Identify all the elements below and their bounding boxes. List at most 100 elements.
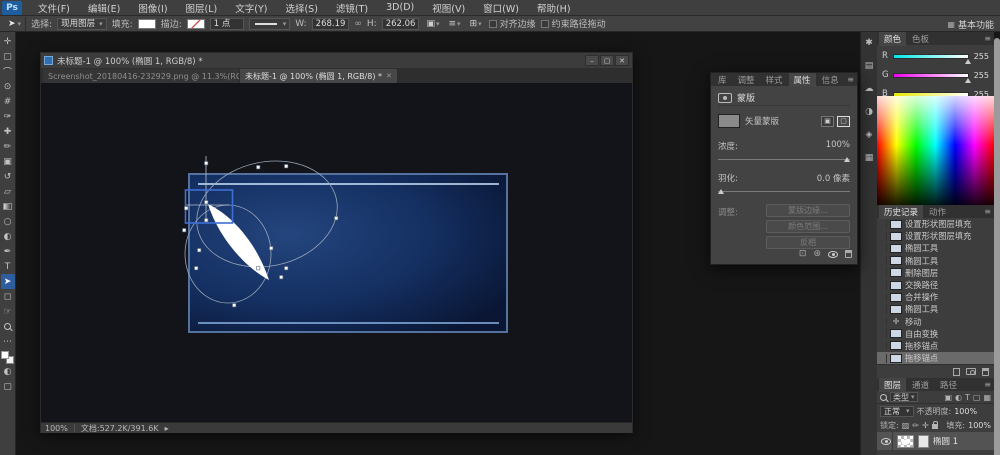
tab-channels[interactable]: 通道 [907,378,934,392]
cloud-panel-icon[interactable]: ☁ [865,84,874,94]
color-spectrum-picker[interactable] [877,96,994,205]
document-tab-screenshot[interactable]: Screenshot_20180416-232929.png @ 11.3%(R… [43,69,239,83]
history-item[interactable]: 合并操作 [877,291,994,303]
tab-paths[interactable]: 路径 [935,378,962,392]
panel-menu-icon[interactable]: ≡ [847,75,854,84]
info-panel-icon[interactable]: ◈ [866,130,873,140]
density-value[interactable]: 100% [826,140,850,152]
zoom-level-field[interactable]: 100% [45,424,68,433]
delete-state-icon[interactable] [982,368,989,376]
slider-thumb[interactable] [718,189,724,194]
lock-transparency-icon[interactable]: ▨ [902,421,910,430]
tab-styles[interactable]: 样式 [761,73,788,87]
history-source-well[interactable] [879,256,887,265]
add-vector-mask-button[interactable]: ▢ [837,116,850,127]
link-dimensions-icon[interactable]: ∞ [354,19,362,29]
tool-preset-picker[interactable]: ➤ ▾ [4,17,26,31]
marquee-tool[interactable]: ▢ [1,49,15,64]
new-document-from-state-icon[interactable] [953,368,960,376]
history-item[interactable]: 椭圆工具 [877,255,994,267]
path-arrangement-button[interactable]: ⊞ ▾ [468,19,484,29]
vector-mask-badge[interactable] [918,435,929,448]
history-brush-tool[interactable]: ↺ [1,169,15,184]
mask-edge-button[interactable]: 蒙版边缘... [766,204,850,217]
history-source-well[interactable] [879,317,887,326]
height-field[interactable]: 262.06 [382,18,420,30]
document-tab-untitled[interactable]: 未标题-1 @ 100% (椭圆 1, RGB/8) * ✕ [240,69,397,83]
history-source-well[interactable] [879,293,887,302]
delete-mask-icon[interactable] [845,250,852,258]
stroke-swatch[interactable] [187,19,205,29]
window-scrollbar[interactable] [994,38,1000,455]
apply-mask-icon[interactable]: ⊛ [813,249,821,259]
filter-type-dropdown[interactable]: 类型 ▾ [890,392,918,402]
filter-image-icon[interactable]: ▣ [944,393,952,402]
tab-history[interactable]: 历史记录 [879,205,923,219]
layer-visibility-toggle[interactable] [880,432,893,450]
color-range-button[interactable]: 颜色范围... [766,220,850,233]
edit-toolbar-button[interactable]: ⋯ [1,334,15,349]
history-source-well[interactable] [879,244,887,253]
blur-tool[interactable]: ○ [1,214,15,229]
healing-brush-tool[interactable]: ✚ [1,124,15,139]
filter-shape-icon[interactable]: ▢ [973,393,981,402]
constrain-path-drag-checkbox[interactable]: 约束路径拖动 [541,17,606,30]
red-value[interactable]: 255 [973,52,989,61]
history-item[interactable]: 删除图层 [877,267,994,279]
close-icon[interactable]: ✕ [386,72,392,80]
tab-adjustments[interactable]: 调整 [733,73,760,87]
filter-smart-object-icon[interactable]: ▦ [983,393,991,402]
menu-image[interactable]: 图像(I) [130,0,175,16]
width-field[interactable]: 268.19 [312,18,350,30]
filter-adjustment-icon[interactable]: ◐ [955,393,962,402]
gradient-tool[interactable] [1,199,15,214]
eyedropper-tool[interactable]: ✑ [1,109,15,124]
path-alignment-button[interactable]: ≡ ▾ [447,19,463,29]
green-slider[interactable]: G 255 [882,70,989,80]
menu-window[interactable]: 窗口(W) [475,0,527,16]
lasso-tool[interactable]: ⌒ [1,64,15,79]
zoom-tool[interactable] [1,319,15,334]
crop-tool[interactable]: # [1,94,15,109]
history-item-selected[interactable]: 拖移锚点 [877,352,994,364]
layer-thumbnail[interactable] [897,435,914,448]
quick-mask-button[interactable]: ◐ [1,364,15,379]
history-source-well[interactable] [879,268,887,277]
clone-stamp-tool[interactable]: ▣ [1,154,15,169]
minimize-button[interactable]: – [585,55,599,66]
tab-libraries[interactable]: 库 [713,73,732,87]
history-source-well[interactable] [879,305,887,314]
slider-thumb[interactable] [844,157,850,162]
dodge-tool[interactable]: ◐ [1,229,15,244]
brush-tool[interactable]: ✏ [1,139,15,154]
history-source-well[interactable] [879,341,887,350]
add-pixel-mask-button[interactable]: ▣ [821,116,834,127]
fill-swatch[interactable] [138,19,156,29]
panel-menu-icon[interactable]: ≡ [984,34,991,43]
menu-layer[interactable]: 图层(L) [178,0,226,16]
canvas-area[interactable] [41,83,632,422]
fill-value[interactable]: 100% [968,421,991,430]
menu-edit[interactable]: 编辑(E) [80,0,128,16]
history-item[interactable]: 交换路径 [877,279,994,291]
menu-3d[interactable]: 3D(D) [378,1,422,14]
history-item[interactable]: 拖移锚点 [877,340,994,352]
select-scope-dropdown[interactable]: 现用图层 ▾ [57,18,107,30]
tab-swatches[interactable]: 色板 [907,32,934,46]
disable-mask-icon[interactable] [828,251,838,258]
density-slider[interactable] [718,159,850,160]
history-item[interactable]: 自由变换 [877,328,994,340]
layer-name[interactable]: 椭圆 1 [933,435,958,447]
move-tool[interactable]: ✛ [1,34,15,49]
feather-slider[interactable] [718,191,850,192]
foreground-background-colors[interactable] [1,351,14,364]
history-item[interactable]: 设置形状图层填充 [877,218,994,230]
menu-file[interactable]: 文件(F) [30,0,78,16]
maximize-button[interactable]: ▢ [600,55,614,66]
history-source-well[interactable] [879,281,887,290]
red-track[interactable] [893,54,969,59]
green-value[interactable]: 255 [973,71,989,80]
history-item[interactable]: 椭圆工具 [877,242,994,254]
slider-thumb[interactable] [965,78,971,83]
histogram-panel-icon[interactable]: ▤ [865,61,874,71]
